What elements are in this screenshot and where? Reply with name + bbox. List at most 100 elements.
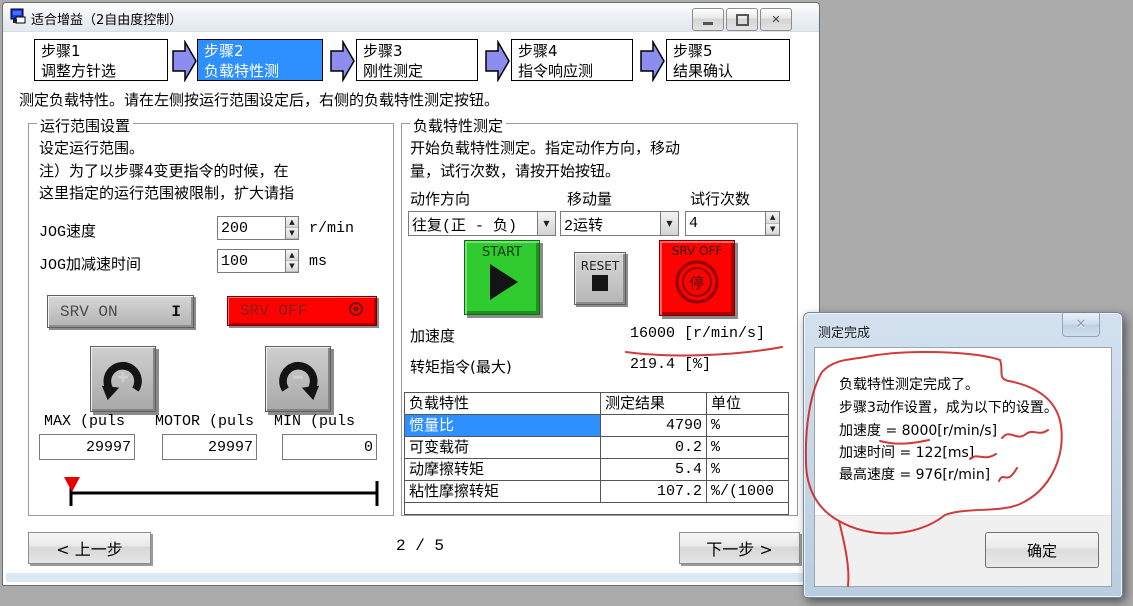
table-row[interactable]: 可变载荷 0.2 % bbox=[405, 437, 788, 459]
panel-load-measurement-title: 负载特性测定 bbox=[410, 115, 506, 136]
col-header-result: 测定结果 bbox=[601, 393, 707, 414]
pos-min-input[interactable] bbox=[283, 435, 376, 459]
chevron-down-icon[interactable]: ▼ bbox=[537, 212, 555, 235]
step3-line1: 步骤3 bbox=[363, 41, 471, 61]
jog-accel-unit: ms bbox=[309, 253, 327, 270]
window-title: 适合增益（2自由度控制） bbox=[31, 9, 182, 28]
jog-accel-input[interactable] bbox=[218, 250, 285, 272]
spin-up-icon[interactable]: ▲ bbox=[766, 212, 779, 224]
measurement-complete-dialog: 测定完成 ✕ 负载特性测定完成了。 步骤3动作设置，成为以下的设置。 加速度 =… bbox=[803, 312, 1123, 598]
pos-max-field[interactable] bbox=[39, 434, 135, 460]
table-header-row: 负载特性 测定结果 单位 bbox=[405, 393, 788, 415]
ok-button[interactable]: 确定 bbox=[985, 532, 1099, 568]
pos-motor-field[interactable] bbox=[162, 434, 257, 460]
dialog-footer: 确定 bbox=[815, 515, 1111, 586]
srv-off-stop-button[interactable]: SRV OFF 停 bbox=[659, 240, 735, 316]
minimize-button[interactable] bbox=[692, 8, 724, 31]
step1-line2: 调整方针选 bbox=[41, 61, 161, 81]
table-row[interactable]: 动摩擦转矩 5.4 % bbox=[405, 459, 788, 481]
svg-text:停: 停 bbox=[689, 274, 704, 292]
pos-motor-input[interactable] bbox=[163, 435, 256, 459]
jog-speed-input[interactable] bbox=[218, 217, 285, 239]
step-arrow-icon bbox=[640, 40, 666, 82]
direction-select[interactable]: 往复(正 - 负) ▼ bbox=[408, 211, 556, 236]
movement-label: 移动量 bbox=[567, 188, 612, 209]
trials-input[interactable] bbox=[686, 212, 765, 235]
title-bar[interactable]: 适合增益（2自由度控制） ✕ bbox=[3, 3, 819, 32]
spin-down-icon[interactable]: ▼ bbox=[766, 224, 779, 236]
tab-step4[interactable]: 步骤4 指令响应测 bbox=[511, 39, 633, 81]
tab-step1[interactable]: 步骤1 调整方针选 bbox=[34, 39, 168, 81]
row-name[interactable]: 惯量比 bbox=[405, 415, 601, 436]
play-icon bbox=[480, 260, 524, 304]
torque-unit: [%] bbox=[684, 356, 711, 373]
srv-off-stop-label: SRV OFF bbox=[660, 244, 734, 258]
row-name[interactable]: 粘性摩擦转矩 bbox=[405, 481, 601, 502]
range-desc-2: 注）为了以步骤4变更指令的时候，在 bbox=[39, 160, 289, 181]
table-row[interactable]: 粘性摩擦转矩 107.2 %/(1000 bbox=[405, 481, 788, 503]
jog-accel-spinner[interactable]: ▲▼ bbox=[285, 250, 298, 272]
rotate-cw-minus-icon bbox=[275, 356, 321, 402]
chevron-down-icon[interactable]: ▼ bbox=[660, 212, 678, 235]
jog-speed-label: JOG速度 bbox=[39, 220, 96, 241]
prev-step-button[interactable]: < 上一步 bbox=[28, 532, 151, 564]
next-step-button[interactable]: 下一步 > bbox=[679, 532, 800, 564]
reset-button[interactable]: RESET bbox=[574, 252, 626, 305]
stop-ring-icon: 停 bbox=[673, 258, 721, 306]
accel-value-row: 16000 [r/min/s] bbox=[630, 325, 765, 342]
range-desc-3: 这里指定的运行范围被限制，扩大请指 bbox=[39, 182, 294, 203]
spin-up-icon[interactable]: ▲ bbox=[286, 217, 298, 228]
step2-line2: 负载特性测 bbox=[204, 61, 316, 81]
spin-down-icon[interactable]: ▼ bbox=[286, 228, 298, 239]
row-name[interactable]: 可变载荷 bbox=[405, 437, 601, 458]
panel-operating-range-title: 运行范围设置 bbox=[37, 115, 133, 136]
app-icon bbox=[10, 8, 27, 29]
srv-off-label: SRV OFF bbox=[240, 302, 307, 320]
jog-rotate-negative-button[interactable] bbox=[265, 346, 331, 412]
jog-speed-spinner[interactable]: ▲▼ bbox=[285, 217, 298, 239]
maximize-button[interactable] bbox=[726, 8, 758, 31]
spin-up-icon[interactable]: ▲ bbox=[286, 250, 298, 261]
accel-label: 加速度 bbox=[410, 325, 455, 346]
pos-max-input[interactable] bbox=[40, 435, 134, 459]
trials-field[interactable]: ▲▼ bbox=[685, 211, 780, 236]
row-value: 0.2 bbox=[601, 437, 707, 458]
slider-position-marker[interactable] bbox=[64, 477, 80, 492]
rotate-ccw-plus-icon bbox=[100, 356, 146, 402]
pos-min-field[interactable] bbox=[282, 434, 377, 460]
step5-line1: 步骤5 bbox=[673, 41, 783, 61]
col-header-name: 负载特性 bbox=[405, 393, 601, 414]
tab-step2[interactable]: 步骤2 负载特性测 bbox=[197, 39, 323, 81]
direction-value: 往复(正 - 负) bbox=[409, 212, 537, 235]
row-name[interactable]: 动摩擦转矩 bbox=[405, 459, 601, 480]
accel-value: 16000 bbox=[630, 325, 675, 342]
ok-label: 确定 bbox=[1027, 540, 1057, 561]
load-desc-1: 开始负载特性测定。指定动作方向，移动 bbox=[410, 137, 680, 158]
jog-speed-field[interactable]: ▲▼ bbox=[217, 216, 299, 240]
dialog-close-button[interactable]: ✕ bbox=[1062, 313, 1100, 337]
start-button[interactable]: START bbox=[464, 240, 540, 315]
travel-range-slider[interactable] bbox=[57, 469, 387, 511]
tab-step5[interactable]: 步骤5 结果确认 bbox=[666, 39, 790, 81]
desktop: 适合增益（2自由度控制） ✕ 步骤1 调整方针选 步骤2 负载特性测 步骤3 刚… bbox=[0, 0, 1133, 606]
dialog-line-3: 加速度 = 8000[r/min/s] bbox=[839, 420, 997, 440]
close-button[interactable]: ✕ bbox=[760, 8, 792, 31]
row-value: 107.2 bbox=[601, 481, 707, 502]
maximize-icon bbox=[736, 14, 749, 26]
jog-accel-field[interactable]: ▲▼ bbox=[217, 249, 299, 273]
panel-operating-range: 运行范围设置 设定运行范围。 注）为了以步骤4变更指令的时候，在 这里指定的运行… bbox=[28, 123, 394, 516]
srv-on-button[interactable]: SRV ON I bbox=[47, 295, 194, 328]
spin-down-icon[interactable]: ▼ bbox=[286, 261, 298, 272]
trials-spinner[interactable]: ▲▼ bbox=[765, 212, 779, 235]
page-indicator: 2 / 5 bbox=[396, 537, 444, 555]
tab-step3[interactable]: 步骤3 刚性测定 bbox=[356, 39, 478, 81]
jog-rotate-positive-button[interactable] bbox=[90, 346, 156, 412]
srv-off-button-left[interactable]: SRV OFF bbox=[227, 296, 377, 326]
dialog-line-2: 步骤3动作设置，成为以下的设置。 bbox=[839, 397, 1058, 417]
movement-select[interactable]: 2运转 ▼ bbox=[560, 211, 679, 236]
table-row[interactable]: 惯量比 4790 % bbox=[405, 415, 788, 437]
torque-value-row: 219.4 [%] bbox=[630, 356, 711, 373]
step-arrow-icon bbox=[330, 40, 356, 82]
step4-line1: 步骤4 bbox=[518, 41, 626, 61]
pos-motor-label: MOTOR (puls bbox=[155, 413, 254, 430]
